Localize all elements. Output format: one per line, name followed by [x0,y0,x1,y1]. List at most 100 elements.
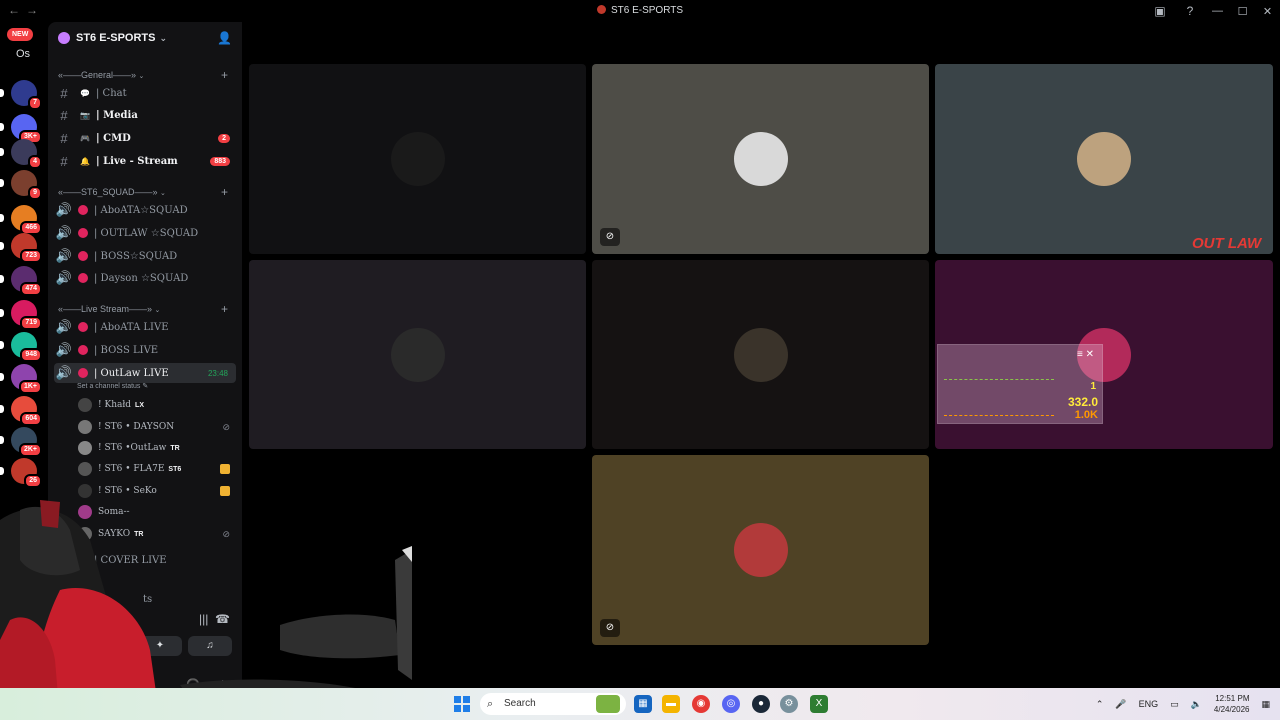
voice-channel[interactable]: 🔊 | BOSS LIVE [54,340,236,360]
mention-count: 883 [210,156,230,166]
disconnect-icon[interactable]: ☎ [215,612,230,626]
network-icon[interactable]: ▭ [1170,699,1179,710]
clock[interactable]: 12:51 PM 4/24/2026 [1214,693,1250,715]
participant-tile[interactable]: ⊘ [592,64,929,254]
text-channel[interactable]: # 🎮 | CMD 2 [54,128,236,148]
member-name: SAYKO [98,529,131,539]
member-name: ! ST6 • SeKo [98,486,157,496]
server-icon[interactable]: 9 [0,170,42,200]
minimize-button[interactable]: — [1205,5,1230,17]
server-icon[interactable]: 474 [0,266,42,296]
voice-channel[interactable]: 🔊 | AboATA LIVE [54,317,236,337]
microphone-icon[interactable]: 🎤 [1115,699,1126,710]
new-badge[interactable]: NEW [7,28,34,41]
voice-channel[interactable]: 🔊 | Dayson ☆SQUAD [54,268,236,288]
volume-icon[interactable]: 🔈 [1191,699,1202,710]
category-live[interactable]: «——Live Stream——» ⌄ + [58,302,228,316]
chevron-up-icon[interactable]: ⌃ [1096,699,1104,710]
add-channel-icon[interactable]: + [221,68,228,82]
windows-start-icon[interactable] [454,696,470,712]
server-icon[interactable]: 948 [0,332,42,362]
participant-tile[interactable]: ⊘ [592,455,929,645]
server-icon[interactable]: 3K+ [0,114,42,144]
chrome-icon[interactable]: ◉ [692,695,710,713]
voice-channel[interactable]: 🔊 | OUTLAW ☆SQUAD [54,223,236,243]
category-squad[interactable]: «——ST6_SQUAD——» ⌄ + [58,185,228,199]
invite-people-icon[interactable]: 👤 [217,31,232,45]
mention-badge: 26 [24,474,42,488]
voice-status-partial: ts [143,594,153,605]
menu-icon[interactable]: ≡ [1077,349,1083,360]
member-name: ! ST6 •OutLaw [98,443,167,453]
inbox-icon[interactable]: ▣ [1151,2,1169,20]
file-explorer-icon[interactable]: ▬ [662,695,680,713]
voice-member[interactable]: Soma-- [78,503,236,521]
settings-icon[interactable]: ⚙ [780,695,798,713]
channel-emoji-icon [78,368,88,378]
server-icon[interactable]: 4 [0,139,42,169]
unread-pip [0,275,4,283]
channel-emoji-icon: 🔔 [80,156,90,166]
server-icon[interactable]: 1K+ [0,364,42,394]
unread-pip [0,467,4,475]
server-icon[interactable]: 723 [0,233,42,263]
close-icon[interactable]: ✕ [1086,349,1094,360]
voice-member[interactable]: SAYKO TR ⊘ [78,525,236,543]
add-channel-icon[interactable]: + [221,302,228,316]
channel-name: | OUTLAW ☆SQUAD [94,227,199,239]
voice-channel[interactable]: 🔊 | BOSS☆SQUAD [54,246,236,266]
channel-name: | AboATA☆SQUAD [94,204,188,216]
hash-icon: # [60,85,68,101]
soundboard-button[interactable]: ♫ [188,636,232,656]
voice-channel-outlaw-live[interactable]: 🔊 | OutLaw LIVE 23:48 [54,363,236,383]
voice-member[interactable]: ! ST6 • FLA7E ST6 [78,460,236,478]
participant-tile[interactable] [249,260,586,449]
server-header[interactable]: ST6 E-SPORTS ⌄ 👤 [48,22,242,54]
voice-channel-cover-live[interactable]: 🔊 | COVER LIVE [54,550,236,570]
member-tag: TR [134,530,144,538]
channel-status[interactable]: Set a channel status ✎ [77,382,148,390]
channel-sidebar: ST6 E-SPORTS ⌄ 👤 «——General——» ⌄ + # 💬 | C… [48,22,242,692]
server-icon[interactable]: 719 [0,300,42,330]
discord-icon[interactable]: ◎ [722,695,740,713]
os-label[interactable]: Os [16,48,30,60]
voice-channel[interactable]: 🔊 | AboATA☆SQUAD [54,200,236,220]
language-indicator[interactable]: ENG [1139,699,1159,709]
voice-member[interactable]: ! ST6 • SeKo [78,482,236,500]
muted-mic-icon: ⊘ [600,619,620,637]
participant-tile[interactable] [249,64,586,254]
channel-name: | COVER LIVE [94,554,167,566]
add-channel-icon[interactable]: + [221,185,228,199]
text-channel[interactable]: # 📷 | Media [54,105,236,125]
unread-pip [0,214,4,222]
weather-widget-icon[interactable] [596,695,620,713]
noise-suppression-icon[interactable]: ||| [199,612,208,626]
activity-button[interactable]: ✦ [138,636,182,656]
help-icon[interactable]: ? [1181,2,1199,20]
channel-emoji-icon [78,205,88,215]
participant-tile[interactable] [935,64,1273,254]
channel-emoji-icon: 🎮 [80,133,90,143]
store-icon[interactable]: ▦ [634,695,652,713]
server-icon[interactable]: 26 [0,458,42,488]
voice-member[interactable]: ! Khałd LX [78,396,236,414]
stream-stats-overlay[interactable]: ≡ ✕ 1 332.0 1.0K [937,344,1103,424]
channel-name: | CMD [96,132,131,144]
maximize-button[interactable]: ☐ [1230,5,1255,18]
steam-icon[interactable]: ● [752,695,770,713]
text-channel[interactable]: # 💬 | Chat [54,83,236,103]
channel-name: | AboATA LIVE [94,321,169,333]
text-channel[interactable]: # 🔔 | Live - Stream 883 [54,151,236,171]
participant-tile[interactable] [592,260,929,449]
avatar [733,327,788,382]
server-icon[interactable]: 7 [0,80,42,110]
close-button[interactable]: ✕ [1255,5,1280,18]
notification-icon[interactable]: ▦ [1261,699,1270,710]
excel-icon[interactable]: X [810,695,828,713]
category-general[interactable]: «——General——» ⌄ + [58,68,228,82]
voice-member[interactable]: ! ST6 •OutLaw TR [78,439,236,457]
server-icon[interactable]: 604 [0,396,42,426]
server-icon[interactable]: 2K+ [0,427,42,457]
voice-member[interactable]: ! ST6 • DAYSON ⊘ [78,418,236,436]
server-icon[interactable]: 466 [0,205,42,235]
